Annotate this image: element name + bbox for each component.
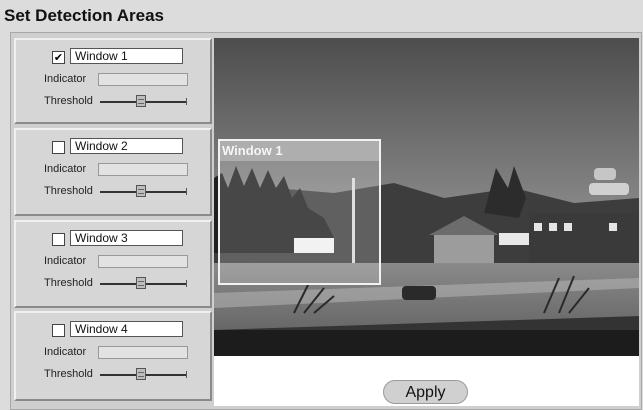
window-4-indicator-bar — [98, 346, 188, 359]
window-4-threshold-slider[interactable] — [136, 368, 146, 380]
window-2-threshold-slider[interactable] — [136, 185, 146, 197]
threshold-label: Threshold — [44, 368, 93, 380]
indicator-label: Indicator — [44, 255, 87, 267]
window-3-threshold-slider[interactable] — [136, 277, 146, 289]
apply-button[interactable]: Apply — [383, 380, 468, 404]
window-2-indicator-bar — [98, 163, 188, 176]
threshold-label: Threshold — [44, 95, 93, 107]
indicator-label: Indicator — [44, 163, 87, 175]
window-panel-3: Window 3 Indicator Threshold — [14, 220, 212, 308]
window-4-name-input[interactable]: Window 4 — [70, 321, 183, 337]
window-panel-2: Window 2 Indicator Threshold — [14, 128, 212, 216]
threshold-label: Threshold — [44, 185, 93, 197]
window-panel-1: ✔ Window 1 Indicator Threshold — [14, 38, 212, 124]
detection-window-title[interactable]: Window 1 — [220, 141, 379, 161]
indicator-label: Indicator — [44, 73, 87, 85]
indicator-label: Indicator — [44, 346, 87, 358]
window-1-threshold-slider[interactable] — [136, 95, 146, 107]
window-3-indicator-bar — [98, 255, 188, 268]
window-1-indicator-bar — [98, 73, 188, 86]
window-2-checkbox[interactable] — [52, 141, 65, 154]
window-3-name-input[interactable]: Window 3 — [70, 230, 183, 246]
window-3-checkbox[interactable] — [52, 233, 65, 246]
detection-window-overlay[interactable]: Window 1 — [218, 139, 381, 285]
page-title: Set Detection Areas — [4, 6, 164, 25]
window-2-name-input[interactable]: Window 2 — [70, 138, 183, 154]
window-1-checkbox[interactable]: ✔ — [52, 51, 65, 64]
window-4-checkbox[interactable] — [52, 324, 65, 337]
window-1-name-input[interactable]: Window 1 — [70, 48, 183, 64]
threshold-label: Threshold — [44, 277, 93, 289]
window-panel-4: Window 4 Indicator Threshold — [14, 311, 212, 401]
